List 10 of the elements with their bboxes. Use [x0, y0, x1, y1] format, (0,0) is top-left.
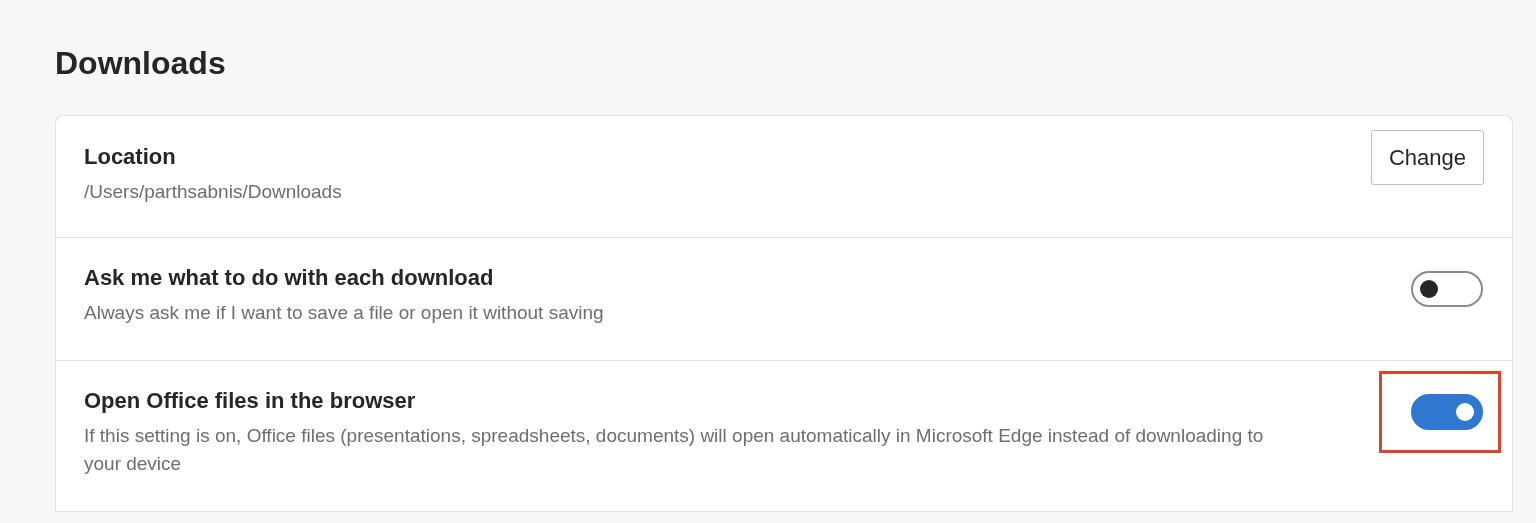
setting-description: Always ask me if I want to save a file or open it without saving	[84, 301, 605, 325]
toggle-switch[interactable]	[1411, 394, 1483, 431]
section-title: Downloads	[55, 44, 227, 83]
setting-title: Location	[84, 143, 177, 172]
setting-title: Open Office files in the browser	[84, 387, 417, 416]
setting-title: Ask me what to do with each download	[84, 264, 495, 293]
toggle-switch[interactable]	[1411, 271, 1483, 308]
setting-description: /Users/parthsabnis/Downloads	[84, 180, 343, 204]
setting-description: If this setting is on, Office files (presentations, spreadsheets, documents) will open automatically in Microsoft Edge instead of downloading to your device	[84, 424, 1265, 477]
change-button[interactable]: Change	[1370, 130, 1484, 186]
